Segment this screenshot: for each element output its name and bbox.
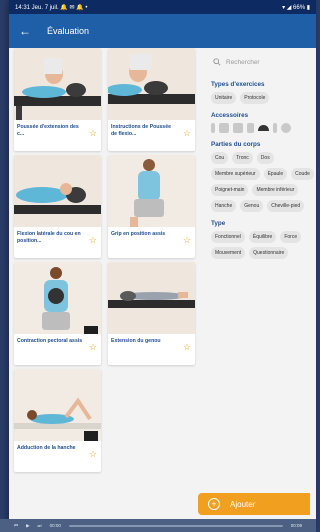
chip-questionnaire[interactable]: Questionnaire: [249, 247, 289, 259]
box-icon[interactable]: [247, 123, 254, 133]
exercise-caption: Poussée d'extension des c...: [17, 124, 79, 137]
filter-panel: Rechercher Types d'exercices Unitaire Pr…: [209, 48, 316, 259]
body-parts-title: Parties du corps: [211, 141, 261, 148]
exercise-card[interactable]: Contraction pectoral assis ☆: [14, 262, 101, 365]
dome-sensor-icon[interactable]: [258, 125, 269, 131]
type-chips: Fonctionnel Équilibre Force Mouvement Qu…: [209, 231, 316, 259]
favorite-star-icon[interactable]: ☆: [183, 342, 191, 353]
bar-icon[interactable]: [273, 123, 277, 133]
play-icon[interactable]: ▶: [26, 523, 29, 529]
chip-hanche[interactable]: Hanche: [211, 200, 237, 212]
chip-dos[interactable]: Dos: [256, 152, 274, 164]
exercise-card[interactable]: Instructions de Poussée de flexio... ☆: [108, 48, 195, 151]
exercise-image: [108, 155, 195, 227]
video-controls: ⏮ ▶ ⏭ 00:00 00:09: [0, 519, 316, 532]
ball-icon[interactable]: [281, 123, 291, 133]
main-content: Poussée d'extension des c... ☆ Instructi…: [9, 48, 316, 508]
stick-icon[interactable]: [211, 123, 215, 133]
exercise-image: [14, 262, 101, 334]
exercise-card[interactable]: Flexion latérale du cou en position... ☆: [14, 155, 101, 258]
exercise-image: [14, 155, 101, 227]
search-icon: [213, 58, 221, 66]
favorite-star-icon[interactable]: ☆: [183, 128, 191, 139]
exercise-caption: Grip en position assis: [111, 231, 166, 237]
exercise-image: [14, 369, 101, 441]
favorite-star-icon[interactable]: ☆: [89, 449, 97, 460]
rewind-icon[interactable]: ⏮: [14, 523, 18, 528]
exercise-image: [108, 262, 195, 334]
chip-poignet-main[interactable]: Poignet-main: [211, 184, 249, 196]
chip-equilibre[interactable]: Équilibre: [248, 231, 277, 243]
time-total: 00:09: [290, 523, 302, 528]
chip-membre-inferieur[interactable]: Membre inférieur: [252, 184, 299, 196]
mat-icon[interactable]: [233, 123, 243, 133]
chip-genou[interactable]: Genou: [240, 200, 264, 212]
chip-membre-superieur[interactable]: Membre supérieur: [211, 168, 260, 180]
chip-epaule[interactable]: Epaule: [263, 168, 288, 180]
status-bar: 14:31 Jeu. 7 juil. 🔔 ✉ 🔔 • ▾ ◢ 66% ▮: [9, 0, 316, 14]
add-button[interactable]: + Ajouter: [198, 493, 310, 515]
accessory-icons: [209, 123, 316, 133]
status-left: 14:31 Jeu. 7 juil. 🔔 ✉ 🔔 •: [15, 4, 88, 11]
body-chips: Cou Tronc Dos Membre supérieur Epaule Co…: [209, 152, 316, 212]
types-title: Types d'exercices: [211, 81, 265, 88]
exercise-caption: Instructions de Poussée de flexio...: [111, 124, 171, 137]
exercise-caption: Contraction pectoral assis: [17, 338, 83, 344]
status-right: ▾ ◢ 66% ▮: [282, 4, 310, 11]
time-elapsed: 00:00: [49, 523, 61, 528]
back-arrow-icon[interactable]: ←: [19, 24, 31, 38]
favorite-star-icon[interactable]: ☆: [89, 342, 97, 353]
exercise-caption: Adduction de la hanche: [17, 445, 76, 451]
cushion-icon[interactable]: [219, 123, 229, 133]
chip-cheville-pied[interactable]: Cheville-pied: [267, 200, 305, 212]
exercise-image: [108, 48, 195, 120]
tablet-screen: 14:31 Jeu. 7 juil. 🔔 ✉ 🔔 • ▾ ◢ 66% ▮ ← É…: [9, 0, 316, 532]
add-button-label: Ajouter: [230, 499, 256, 509]
chip-cou[interactable]: Cou: [211, 152, 229, 164]
favorite-star-icon[interactable]: ☆: [89, 128, 97, 139]
exercise-card[interactable]: Adduction de la hanche ☆: [14, 369, 101, 472]
exercise-card[interactable]: Poussée d'extension des c... ☆: [14, 48, 101, 151]
favorite-star-icon[interactable]: ☆: [183, 235, 191, 246]
search-input[interactable]: Rechercher: [209, 51, 316, 73]
chip-fonctionnel[interactable]: Fonctionnel: [211, 231, 245, 243]
page-title: Évaluation: [47, 26, 90, 36]
exercise-image: [14, 48, 101, 120]
exercise-card[interactable]: Grip en position assis ☆: [108, 155, 195, 258]
exercise-caption: Extension du genou: [111, 338, 161, 344]
app-bar: ← Évaluation: [9, 14, 316, 48]
chip-tronc[interactable]: Tronc: [232, 152, 253, 164]
video-scrubber[interactable]: [68, 524, 283, 527]
accessories-title: Accessoires: [211, 112, 249, 119]
type-title: Type: [211, 220, 226, 227]
search-placeholder: Rechercher: [226, 58, 260, 66]
exercise-card[interactable]: Extension du genou ☆: [108, 262, 195, 365]
chip-force[interactable]: Force: [280, 231, 302, 243]
chip-coude[interactable]: Coude: [291, 168, 314, 180]
types-chips: Unitaire Protocole: [209, 92, 316, 104]
favorite-star-icon[interactable]: ☆: [89, 235, 97, 246]
chip-mouvement[interactable]: Mouvement: [211, 247, 246, 259]
chip-unitaire[interactable]: Unitaire: [211, 92, 237, 104]
exercise-caption: Flexion latérale du cou en position...: [17, 231, 81, 244]
chip-protocole[interactable]: Protocole: [240, 92, 270, 104]
forward-icon[interactable]: ⏭: [38, 523, 42, 528]
plus-icon: +: [208, 498, 220, 510]
